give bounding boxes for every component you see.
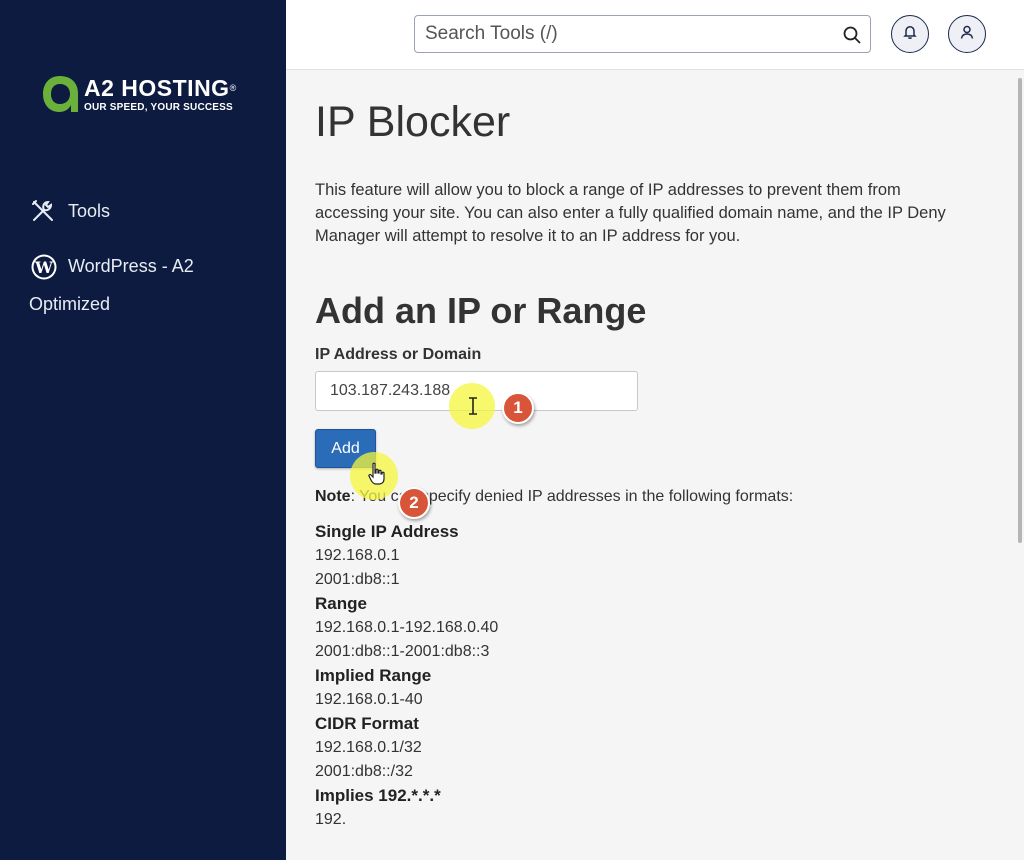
ip-field-label: IP Address or Domain	[315, 346, 482, 363]
section-title: Add an IP or Range	[315, 290, 647, 331]
format-heading: Single IP Address	[315, 522, 459, 541]
scrollbar[interactable]	[1018, 78, 1022, 543]
sidebar: A2 HOSTING® OUR SPEED, YOUR SUCCESS Tool…	[0, 0, 286, 860]
user-menu-button[interactable]	[948, 15, 986, 53]
search-box[interactable]	[414, 15, 871, 53]
search-icon[interactable]	[842, 25, 862, 45]
sidebar-item-tools[interactable]: Tools	[30, 198, 110, 224]
user-icon	[959, 24, 975, 45]
top-bar	[286, 0, 1024, 70]
formats-list: Single IP Address 192.168.0.1 2001:db8::…	[315, 520, 498, 832]
svg-text:W: W	[34, 258, 54, 277]
format-example: 2001:db8::1-2001:db8::3	[315, 643, 490, 660]
format-example: 192.168.0.1-40	[315, 691, 423, 708]
hand-pointer-icon	[367, 462, 387, 486]
sidebar-item-wordpress[interactable]: W WordPress - A2	[30, 253, 194, 280]
sidebar-item-wordpress-label-cont[interactable]: Optimized	[29, 294, 110, 315]
intro-text: This feature will allow you to block a r…	[315, 181, 946, 245]
notifications-button[interactable]	[891, 15, 929, 53]
a2-logo-mark	[40, 72, 80, 116]
bell-icon	[902, 24, 918, 45]
format-example: 192.168.0.1/32	[315, 739, 422, 756]
a2-hosting-logo[interactable]: A2 HOSTING® OUR SPEED, YOUR SUCCESS	[40, 72, 237, 116]
step-badge-1: 1	[502, 392, 534, 424]
wordpress-icon: W	[30, 253, 57, 280]
text-cursor-icon	[466, 396, 480, 416]
search-input[interactable]	[425, 16, 825, 52]
format-heading: Implied Range	[315, 666, 432, 685]
format-example: 192.	[315, 811, 347, 828]
tools-icon	[30, 198, 56, 224]
step-badge-2: 2	[398, 487, 430, 519]
sidebar-item-tools-label: Tools	[68, 200, 111, 221]
format-example: 192.168.0.1	[315, 547, 400, 564]
note-label: Note	[315, 488, 351, 505]
format-heading: CIDR Format	[315, 714, 419, 733]
format-example: 2001:db8::/32	[315, 763, 413, 780]
format-example: 192.168.0.1-192.168.0.40	[315, 619, 499, 636]
page-title: IP Blocker	[315, 98, 511, 146]
logo-tagline: OUR SPEED, YOUR SUCCESS	[84, 102, 233, 113]
format-heading: Range	[315, 594, 367, 613]
registered-mark: ®	[229, 83, 237, 93]
logo-name: A2 HOSTING	[84, 75, 230, 101]
sidebar-item-wordpress-label: WordPress - A2	[68, 255, 194, 276]
format-example: 2001:db8::1	[315, 571, 400, 588]
format-heading: Implies 192.*.*.*	[315, 786, 441, 805]
